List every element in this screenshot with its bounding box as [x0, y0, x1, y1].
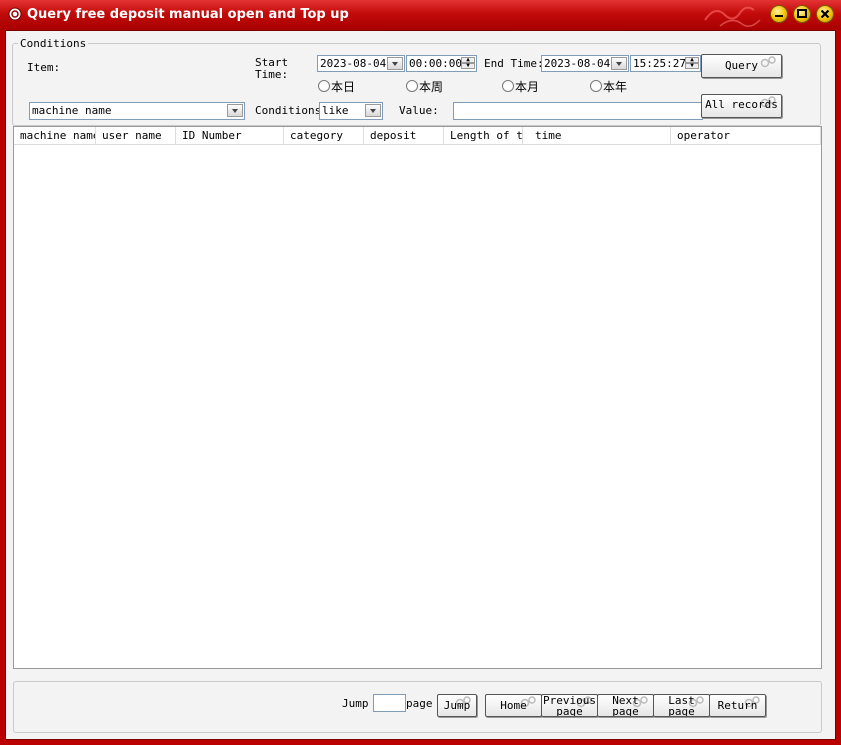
return-button[interactable]: Return: [709, 694, 766, 717]
radio-this-month-label: 本月: [515, 80, 540, 94]
chevron-down-icon[interactable]: [387, 57, 403, 70]
column-header-id-number[interactable]: ID Number: [176, 127, 284, 144]
home-button[interactable]: Home: [485, 694, 542, 717]
radio-this-week-label: 本周: [419, 80, 444, 94]
title-ornament: [704, 6, 761, 27]
client-area: Conditions Item: Start Time: 2023-08-04 …: [5, 30, 836, 740]
start-time-field[interactable]: 00:00:00 ▲ ▼: [406, 55, 477, 72]
next-page-button[interactable]: Next page: [597, 694, 654, 717]
home-button-label: Home: [500, 699, 527, 712]
radio-this-year[interactable]: 本年: [590, 78, 627, 95]
conditions-legend: Conditions: [18, 37, 89, 50]
end-date-value: 2023-08-04: [544, 57, 611, 70]
radio-today[interactable]: 本日: [318, 78, 355, 95]
start-date-value: 2023-08-04: [320, 57, 387, 70]
end-date-picker[interactable]: 2023-08-04: [541, 55, 629, 72]
results-table[interactable]: machine name user name ID Number categor…: [13, 126, 822, 669]
item-label: Item:: [27, 61, 61, 74]
conditions-select-value: like: [322, 104, 349, 117]
chevron-down-icon[interactable]: [227, 104, 243, 117]
window-title: Query free deposit manual open and Top u…: [27, 7, 349, 22]
radio-circle-icon: [590, 80, 602, 92]
minimize-icon: [775, 15, 783, 17]
chevron-down-icon[interactable]: [611, 57, 627, 70]
spin-down-icon[interactable]: ▼: [461, 63, 475, 69]
maximize-button[interactable]: [793, 5, 811, 23]
value-label: Value:: [399, 104, 439, 117]
all-records-button[interactable]: All records: [701, 94, 782, 118]
return-button-label: Return: [717, 699, 758, 712]
end-time-spinner[interactable]: ▲ ▼: [685, 57, 699, 70]
end-time-label: End Time:: [484, 57, 544, 70]
column-header-operator[interactable]: operator: [671, 127, 821, 144]
all-records-button-label: All records: [705, 98, 778, 111]
query-button[interactable]: Query: [701, 54, 782, 78]
radio-this-month[interactable]: 本月: [502, 78, 539, 95]
jump-button[interactable]: Jump: [437, 694, 477, 717]
radio-today-label: 本日: [331, 80, 356, 94]
start-date-picker[interactable]: 2023-08-04: [317, 55, 405, 72]
app-icon: [8, 7, 22, 21]
jump-button-label: Jump: [443, 699, 471, 712]
start-time-value: 00:00:00: [409, 57, 462, 70]
last-page-button-label: Last page: [668, 694, 695, 717]
column-header-machine-name[interactable]: machine name: [14, 127, 96, 144]
close-icon: [820, 9, 830, 19]
button-ornament-icon: [760, 56, 776, 68]
table-header: machine name user name ID Number categor…: [14, 127, 821, 145]
pager-group: Jump page Jump Home Previous page Next p…: [13, 681, 822, 733]
column-header-deposit[interactable]: deposit: [364, 127, 444, 144]
conditions-label: Conditions:: [255, 104, 328, 117]
column-header-category[interactable]: category: [284, 127, 364, 144]
radio-this-year-label: 本年: [603, 80, 628, 94]
item-select[interactable]: machine name: [29, 102, 245, 120]
title-bar[interactable]: Query free deposit manual open and Top u…: [0, 0, 841, 30]
chevron-down-icon[interactable]: [365, 104, 381, 117]
app-window: Query free deposit manual open and Top u…: [0, 0, 841, 745]
previous-page-button-label: Previous page: [543, 694, 596, 717]
radio-circle-icon: [318, 80, 330, 92]
start-time-label: Start Time:: [255, 56, 289, 81]
item-select-value: machine name: [32, 104, 112, 117]
jump-page-input[interactable]: [373, 694, 406, 712]
minimize-button[interactable]: [770, 5, 788, 23]
close-button[interactable]: [816, 5, 834, 23]
spin-down-icon[interactable]: ▼: [685, 63, 699, 69]
maximize-icon: [797, 9, 807, 18]
jump-label: Jump: [342, 697, 369, 710]
value-input[interactable]: [453, 102, 703, 120]
column-header-length-of-time[interactable]: Length of time: [444, 127, 523, 144]
next-page-button-label: Next page: [612, 694, 639, 717]
radio-circle-icon: [502, 80, 514, 92]
radio-this-week[interactable]: 本周: [406, 78, 443, 95]
query-button-label: Query: [724, 59, 759, 72]
conditions-select[interactable]: like: [319, 102, 383, 120]
column-header-user-name[interactable]: user name: [96, 127, 176, 144]
last-page-button[interactable]: Last page: [653, 694, 710, 717]
column-header-time[interactable]: time: [523, 127, 671, 144]
page-label: page: [406, 697, 433, 710]
end-time-field[interactable]: 15:25:27 ▲ ▼: [630, 55, 701, 72]
end-time-value: 15:25:27: [633, 57, 686, 70]
start-time-spinner[interactable]: ▲ ▼: [461, 57, 475, 70]
radio-circle-icon: [406, 80, 418, 92]
conditions-group: Conditions Item: Start Time: 2023-08-04 …: [12, 37, 821, 126]
previous-page-button[interactable]: Previous page: [541, 694, 598, 717]
